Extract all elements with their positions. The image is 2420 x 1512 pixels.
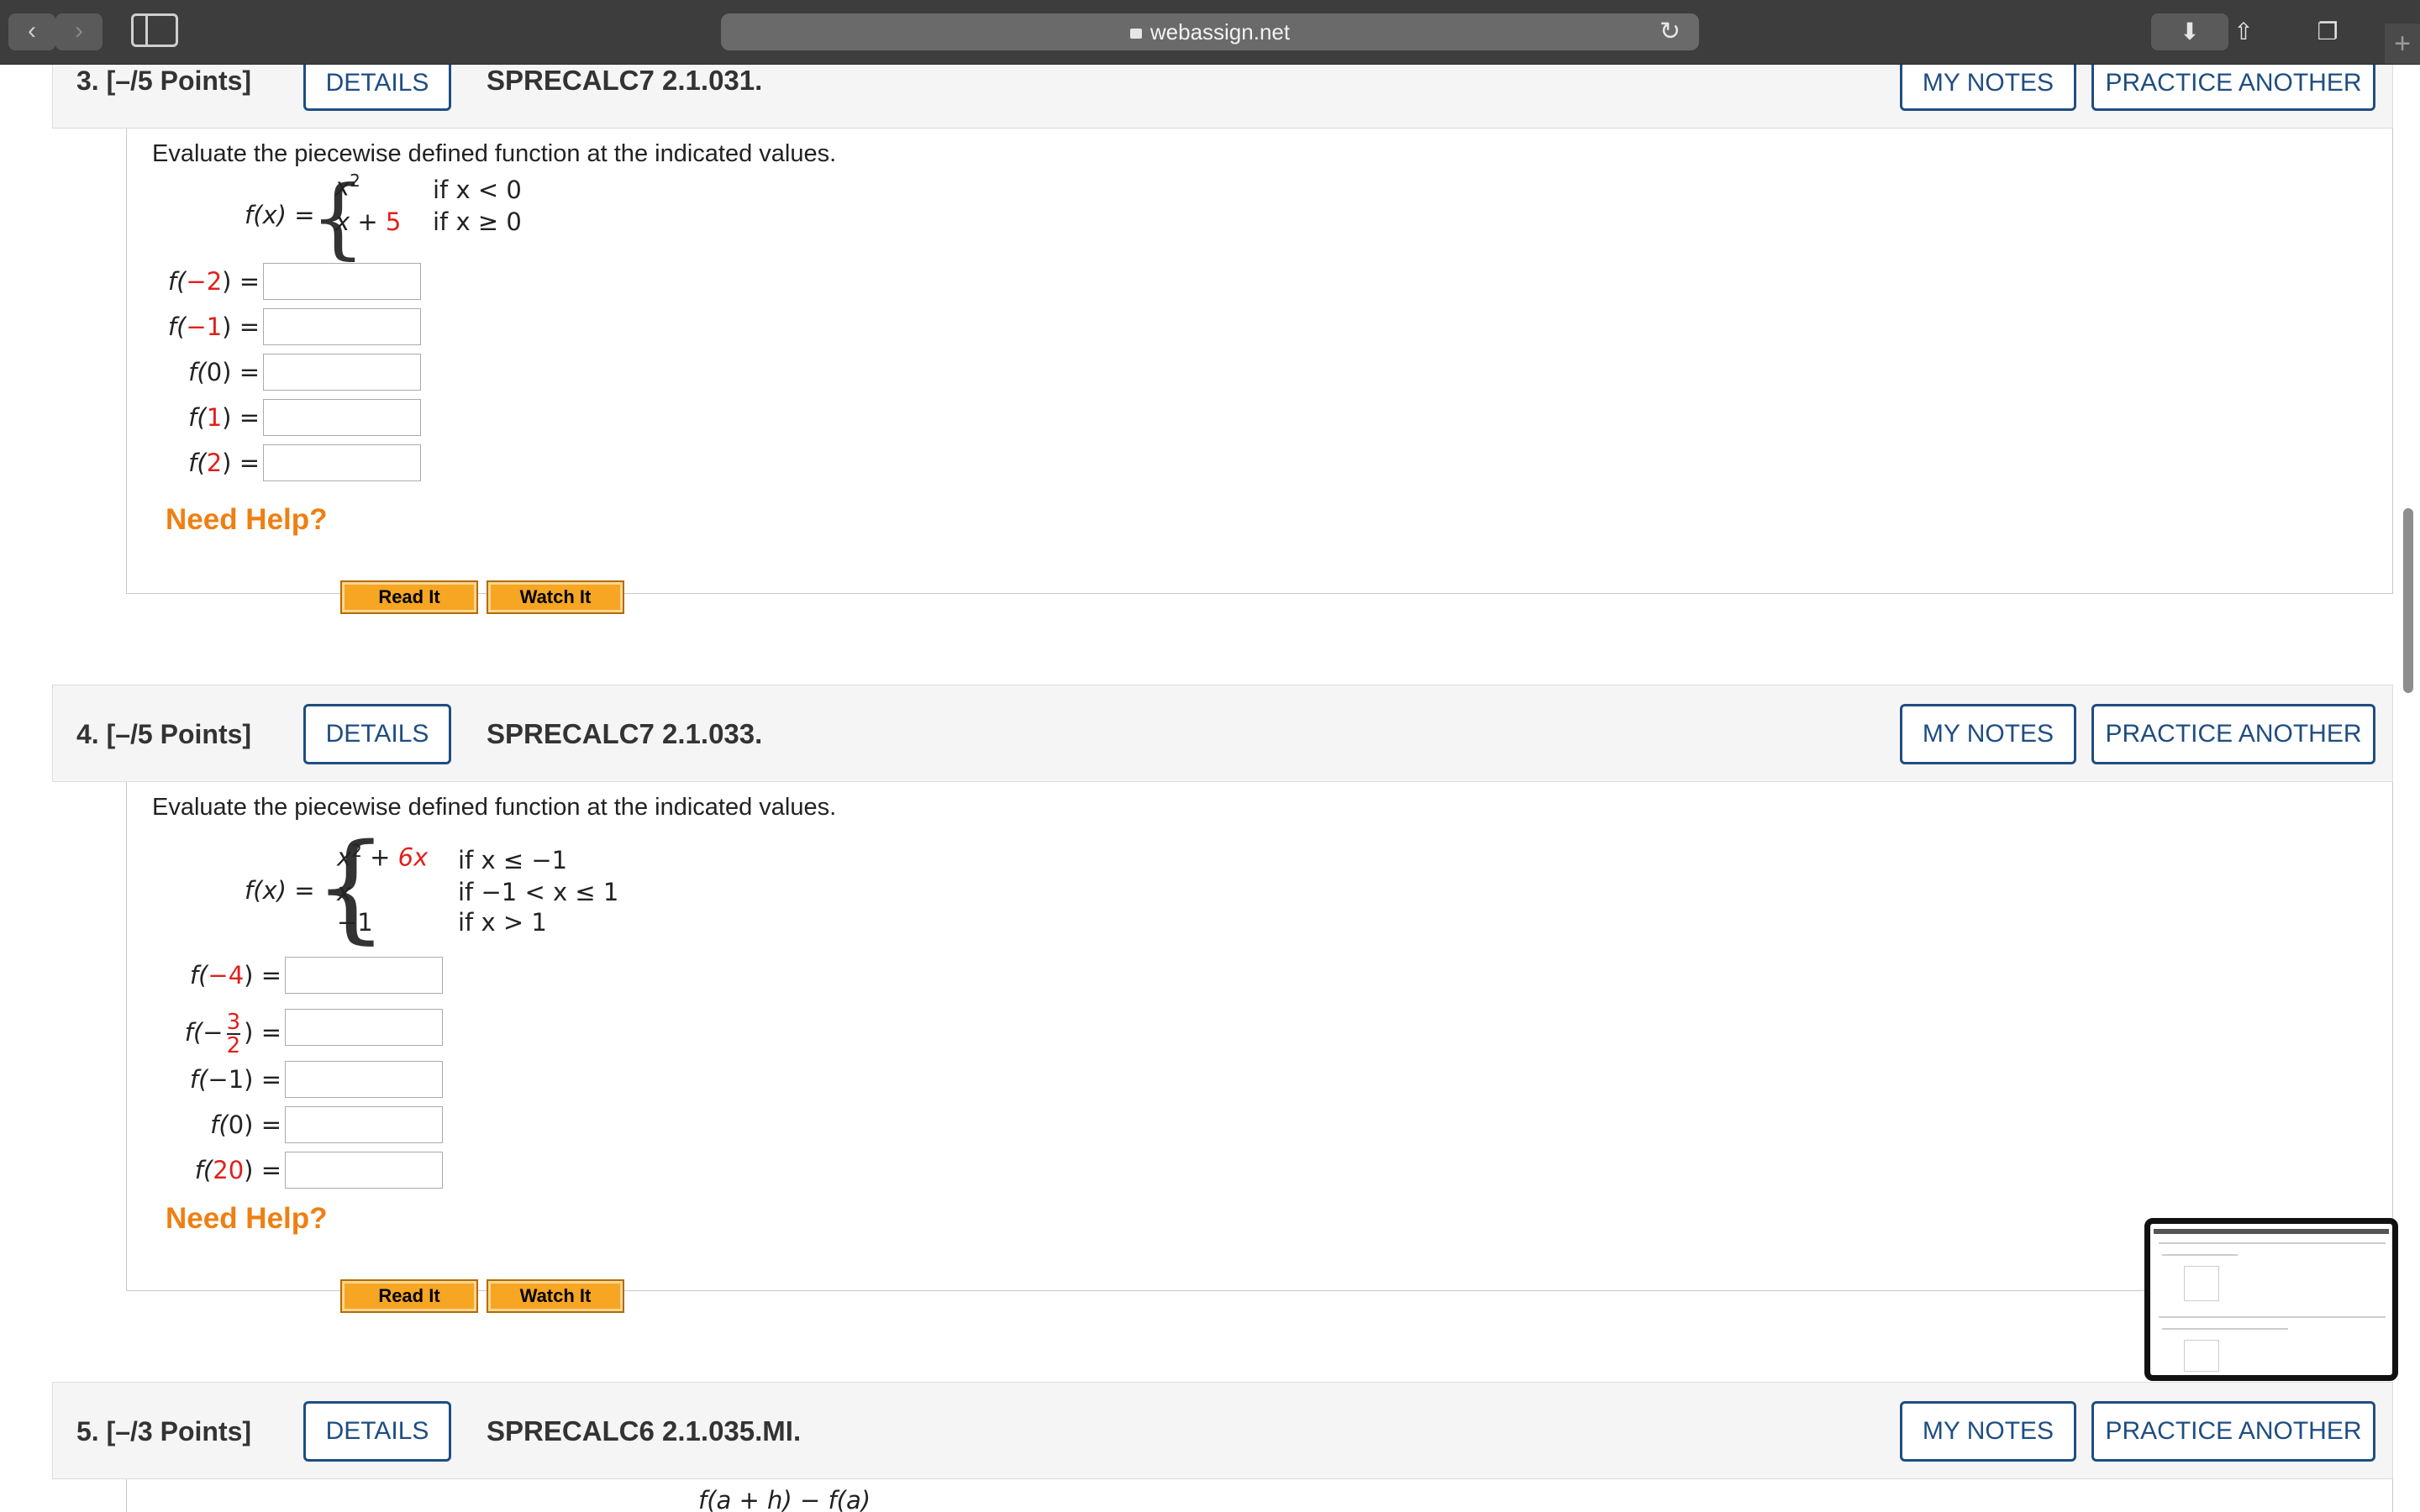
eval-label: f(−1) =	[189, 1065, 281, 1094]
eval-label: f(0) =	[188, 358, 260, 386]
sidebar-toggle-icon[interactable]	[131, 13, 178, 47]
eval-label: f(0) =	[210, 1110, 281, 1139]
answer-input[interactable]	[263, 399, 421, 436]
question-number: 3. [–/5 Points]	[76, 66, 252, 96]
question-number: 5. [–/3 Points]	[76, 1416, 252, 1446]
answer-input[interactable]	[263, 354, 421, 391]
eval-label: f(2) =	[188, 449, 260, 477]
download-button[interactable]: ⬇	[2151, 13, 2228, 50]
question-3-body: Evaluate the piecewise defined function …	[126, 129, 2393, 614]
partial-formula: f(a + h) − f(a)	[698, 1486, 871, 1512]
question-code: SPRECALC7 2.1.031.	[487, 65, 763, 96]
case-1-condition: if x < 0	[433, 176, 522, 204]
case-2-expression: x + 5	[335, 207, 402, 236]
eval-label: f(20) =	[194, 1156, 281, 1184]
need-help-label: Need Help?	[166, 1202, 328, 1235]
eval-label: f(1) =	[188, 403, 260, 432]
chevron-left-icon: ‹	[28, 17, 36, 45]
tabs-button[interactable]: ❐	[2302, 13, 2353, 50]
page-content: 3. [–/5 Points] DETAILS SPRECALC7 2.1.03…	[0, 65, 2420, 1512]
details-button[interactable]: DETAILS	[303, 704, 451, 764]
answer-input[interactable]	[263, 263, 421, 300]
screenshot-thumbnail[interactable]	[2144, 1218, 2398, 1381]
read-it-button[interactable]: Read It	[340, 580, 478, 614]
question-code: SPRECALC7 2.1.033.	[487, 718, 763, 749]
eval-label: f(−1) =	[167, 312, 260, 341]
details-button[interactable]: DETAILS	[303, 1401, 451, 1462]
eval-label: f(− 3 2) =	[184, 1010, 281, 1058]
tabs-icon: ❐	[2317, 18, 2338, 45]
question-4-header: 4. [–/5 Points] DETAILS SPRECALC7 2.1.03…	[52, 685, 2393, 782]
share-icon: ⇧	[2233, 18, 2254, 45]
answer-input[interactable]	[285, 1106, 443, 1143]
practice-another-button[interactable]: PRACTICE ANOTHER	[2091, 704, 2375, 764]
function-label: f(x) =	[245, 201, 315, 229]
question-4-body: Evaluate the piecewise defined function …	[126, 782, 2393, 1313]
plus-icon: +	[2394, 28, 2411, 60]
url-text: webassign.net	[1150, 19, 1291, 45]
practice-another-button[interactable]: PRACTICE ANOTHER	[2091, 65, 2375, 111]
my-notes-button[interactable]: MY NOTES	[1900, 1401, 2076, 1462]
case-1-expression: x2	[335, 171, 360, 202]
question-3-header: 3. [–/5 Points] DETAILS SPRECALC7 2.1.03…	[52, 65, 2393, 129]
case-3-condition: if x > 1	[458, 908, 547, 937]
eval-label: f(−4) =	[189, 961, 281, 990]
question-5-body: f(a + h) − f(a)	[126, 1479, 2393, 1512]
eval-label: f(−2) =	[167, 267, 260, 296]
page-scrollbar[interactable]	[2403, 508, 2413, 693]
question-5-header: 5. [–/3 Points] DETAILS SPRECALC6 2.1.03…	[52, 1382, 2393, 1479]
lock-icon	[1129, 29, 1142, 39]
reload-icon[interactable]: ↻	[1660, 18, 1681, 45]
case-2-condition: if x ≥ 0	[433, 207, 522, 236]
download-icon: ⬇	[2180, 18, 2200, 45]
my-notes-button[interactable]: MY NOTES	[1900, 65, 2076, 111]
case-3-expression: −1	[337, 908, 373, 937]
address-bar[interactable]: webassign.net ↻	[721, 13, 1699, 50]
back-button[interactable]: ‹	[8, 13, 55, 50]
watch-it-button[interactable]: Watch It	[487, 1279, 624, 1313]
question-code: SPRECALC6 2.1.035.MI.	[487, 1415, 802, 1446]
share-button[interactable]: ⇧	[2218, 13, 2269, 50]
my-notes-button[interactable]: MY NOTES	[1900, 704, 2076, 764]
function-label: f(x) =	[245, 876, 315, 905]
details-button[interactable]: DETAILS	[303, 65, 451, 111]
case-1-expression: x2 + 6x	[337, 841, 429, 872]
answer-input[interactable]	[263, 308, 421, 345]
forward-button[interactable]: ›	[55, 13, 103, 50]
question-number: 4. [–/5 Points]	[76, 719, 252, 749]
watch-it-button[interactable]: Watch It	[487, 580, 624, 614]
case-1-condition: if x ≤ −1	[458, 846, 568, 874]
practice-another-button[interactable]: PRACTICE ANOTHER	[2091, 1401, 2375, 1462]
answer-input[interactable]	[285, 1152, 443, 1189]
answer-input[interactable]	[285, 1009, 443, 1046]
answer-input[interactable]	[285, 957, 443, 994]
chevron-right-icon: ›	[75, 17, 83, 45]
need-help-label: Need Help?	[166, 503, 328, 536]
browser-toolbar: ‹ › webassign.net ↻ ⬇ ⇧ ❐ +	[0, 0, 2420, 65]
case-2-expression: x	[337, 878, 352, 906]
answer-input[interactable]	[285, 1061, 443, 1098]
read-it-button[interactable]: Read It	[340, 1279, 478, 1313]
case-2-condition: if −1 < x ≤ 1	[458, 878, 619, 906]
new-tab-button[interactable]: +	[2385, 24, 2420, 64]
answer-input[interactable]	[263, 444, 421, 481]
question-prompt: Evaluate the piecewise defined function …	[152, 140, 837, 167]
question-prompt: Evaluate the piecewise defined function …	[152, 794, 837, 821]
